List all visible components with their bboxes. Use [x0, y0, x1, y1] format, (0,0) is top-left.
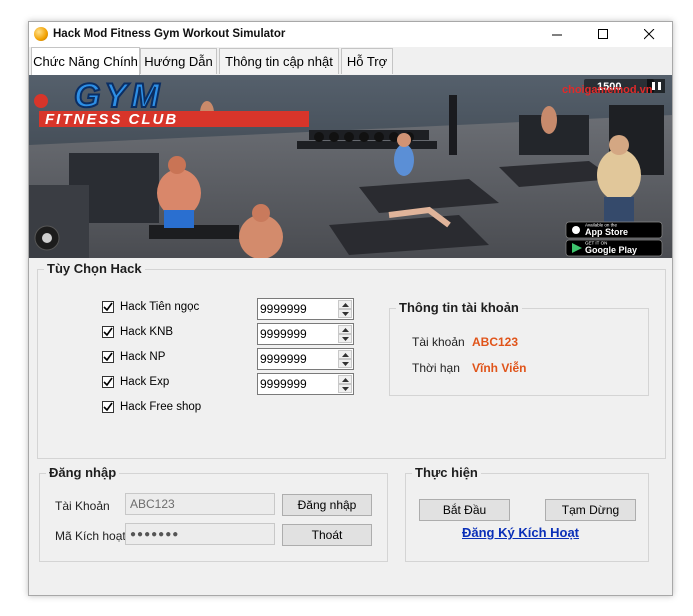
spin-down-button[interactable]	[338, 359, 352, 368]
arrow-up-icon	[341, 327, 349, 332]
account-value: ABC123	[472, 335, 519, 349]
title-bar[interactable]: Hack Mod Fitness Gym Workout Simulator	[29, 22, 672, 47]
spinner[interactable]	[338, 300, 352, 318]
login-title: Đăng nhập	[46, 465, 120, 480]
checkbox[interactable]	[102, 326, 114, 338]
hack-options-title: Tùy Chọn Hack	[44, 261, 145, 276]
action-title: Thực hiện	[412, 465, 481, 480]
knb-value-field[interactable]	[257, 323, 354, 345]
checkbox[interactable]	[102, 401, 114, 413]
account-info-group: Thông tin tài khoản Tài khoản ABC123 Thờ…	[389, 300, 649, 396]
app-coin-icon	[34, 27, 48, 41]
spin-down-button[interactable]	[338, 309, 352, 318]
hack-option-np[interactable]: Hack NP	[102, 349, 165, 365]
arrow-up-icon	[341, 302, 349, 307]
minimize-button[interactable]	[534, 22, 580, 47]
game-banner-image: GYM FITNESS CLUB 1500 choigamemod.vn Ava…	[29, 75, 672, 258]
np-value-input[interactable]	[260, 351, 336, 367]
tab-guide[interactable]: Hướng Dẫn	[140, 48, 217, 74]
hack-options-group: Tùy Chọn Hack Hack Tiên ngọc Hack KNB Ha…	[37, 261, 666, 459]
hack-option-label: Hack Free shop	[120, 401, 202, 413]
tien-ngoc-value-input[interactable]	[260, 301, 336, 317]
spin-down-button[interactable]	[338, 334, 352, 343]
tab-main-functions[interactable]: Chức Năng Chính	[31, 47, 140, 75]
account-info-title: Thông tin tài khoản	[396, 300, 522, 315]
maximize-button[interactable]	[580, 22, 626, 47]
arrow-down-icon	[341, 386, 349, 391]
app-store-badge: Available on the App Store	[565, 221, 663, 239]
arrow-down-icon	[341, 336, 349, 341]
hack-option-exp[interactable]: Hack Exp	[102, 374, 169, 390]
hack-option-label: Hack NP	[120, 351, 166, 363]
arrow-up-icon	[341, 352, 349, 357]
hack-option-knb[interactable]: Hack KNB	[102, 324, 173, 340]
duration-value: Vĩnh Viễn	[472, 361, 527, 375]
tab-update-info[interactable]: Thông tin cập nhật	[219, 48, 339, 74]
login-button[interactable]: Đăng nhập	[282, 494, 372, 516]
maximize-icon	[597, 29, 608, 39]
activation-code-label: Mã Kích hoạt	[55, 529, 126, 543]
account-label: Tài khoản	[412, 335, 465, 349]
exit-button[interactable]: Thoát	[282, 524, 372, 546]
close-icon	[643, 29, 654, 40]
svg-text:App Store: App Store	[585, 227, 628, 237]
activation-code-field[interactable]: ●●●●●●●	[125, 523, 275, 545]
spinner[interactable]	[338, 325, 352, 343]
arrow-up-icon	[341, 377, 349, 382]
checkmark-icon	[103, 377, 113, 387]
app-window: Hack Mod Fitness Gym Workout Simulator C…	[28, 21, 673, 596]
tien-ngoc-value-field[interactable]	[257, 298, 354, 320]
tab-strip: Chức Năng Chính Hướng Dẫn Thông tin cập …	[29, 47, 672, 75]
hack-option-tien-ngoc[interactable]: Hack Tiên ngọc	[102, 299, 199, 315]
hack-option-label: Hack Tiên ngọc	[120, 301, 200, 313]
spin-up-button[interactable]	[338, 350, 352, 359]
checkbox[interactable]	[102, 301, 114, 313]
login-group: Đăng nhập Tài Khoản ABC123 Đăng nhập Mã …	[39, 465, 388, 562]
hack-option-label: Hack Exp	[120, 376, 170, 388]
spinner[interactable]	[338, 350, 352, 368]
start-button[interactable]: Bắt Đầu	[419, 499, 510, 521]
checkbox[interactable]	[102, 376, 114, 388]
pause-button[interactable]: Tạm Dừng	[545, 499, 636, 521]
tab-support[interactable]: Hỗ Trợ	[341, 48, 393, 74]
checkmark-icon	[103, 402, 113, 412]
svg-text:Google Play: Google Play	[585, 245, 637, 255]
google-play-badge: GET IT ON Google Play	[565, 239, 663, 257]
register-activation-link[interactable]: Đăng Ký Kích Hoạt	[462, 525, 579, 540]
duration-label: Thời hạn	[412, 361, 460, 375]
spin-up-button[interactable]	[338, 375, 352, 384]
spinner[interactable]	[338, 375, 352, 393]
spin-up-button[interactable]	[338, 300, 352, 309]
arrow-down-icon	[341, 311, 349, 316]
window-title: Hack Mod Fitness Gym Workout Simulator	[53, 28, 286, 40]
np-value-field[interactable]	[257, 348, 354, 370]
checkmark-icon	[103, 327, 113, 337]
close-button[interactable]	[626, 22, 672, 47]
login-account-label: Tài Khoản	[55, 499, 110, 513]
watermark-text: choigamemod.vn	[562, 84, 653, 96]
spin-up-button[interactable]	[338, 325, 352, 334]
checkbox[interactable]	[102, 351, 114, 363]
arrow-down-icon	[341, 361, 349, 366]
exp-value-field[interactable]	[257, 373, 354, 395]
logo-gym-text: GYM	[74, 77, 163, 115]
exp-value-input[interactable]	[260, 376, 336, 392]
login-account-field[interactable]: ABC123	[125, 493, 275, 515]
hack-option-free-shop[interactable]: Hack Free shop	[102, 399, 201, 415]
knb-value-input[interactable]	[260, 326, 336, 342]
logo-fitness-club-text: FITNESS CLUB	[45, 111, 178, 128]
checkmark-icon	[103, 352, 113, 362]
minimize-icon	[551, 34, 562, 36]
checkmark-icon	[103, 302, 113, 312]
hack-option-label: Hack KNB	[120, 326, 174, 338]
spin-down-button[interactable]	[338, 384, 352, 393]
action-group: Thực hiện Bắt Đầu Tạm Dừng Đăng Ký Kích …	[405, 465, 649, 562]
